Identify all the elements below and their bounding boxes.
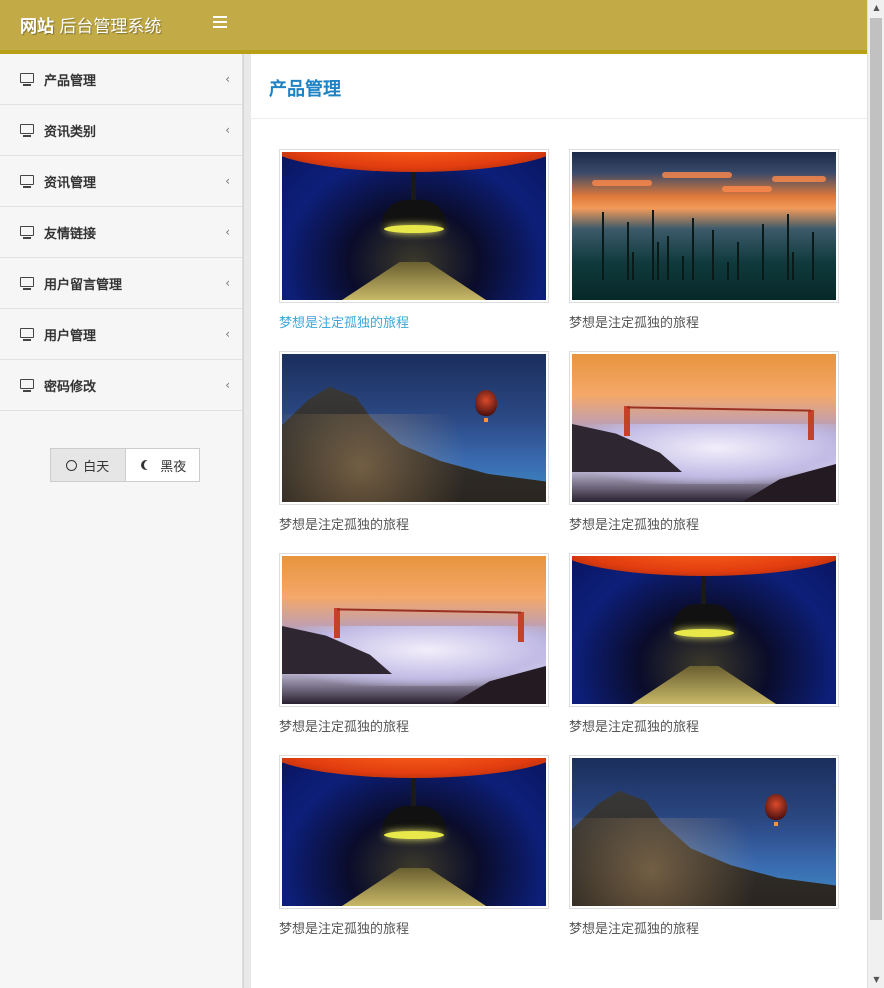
product-caption[interactable]: 梦想是注定孤独的旅程 xyxy=(569,918,839,937)
sidebar-item-label: 资讯类别 xyxy=(44,124,97,140)
sidebar-item[interactable]: 资讯类别 ‹ xyxy=(0,105,242,156)
window-scrollbar[interactable]: ▲ ▼ xyxy=(867,0,884,988)
moon-icon xyxy=(144,460,154,470)
sidebar-item[interactable]: 产品管理 ‹ xyxy=(0,54,242,105)
monitor-icon xyxy=(20,328,34,341)
product-image[interactable] xyxy=(569,351,839,505)
product-image[interactable] xyxy=(569,553,839,707)
day-label: 白天 xyxy=(83,459,110,475)
product-image[interactable] xyxy=(279,149,549,303)
chevron-left-icon: ‹ xyxy=(225,174,230,188)
product-grid: 梦想是注定孤独的旅程 梦想是注定孤独的旅程 梦想是注定孤独的旅程 梦想是注定孤独的旅程… xyxy=(279,149,839,957)
sidebar-item[interactable]: 密码修改 ‹ xyxy=(0,360,242,411)
sidebar-item-label: 用户管理 xyxy=(44,328,97,344)
scroll-down-icon[interactable]: ▼ xyxy=(868,972,884,988)
product-caption[interactable]: 梦想是注定孤独的旅程 xyxy=(279,514,549,533)
product-caption[interactable]: 梦想是注定孤独的旅程 xyxy=(569,514,839,533)
product-image[interactable] xyxy=(569,755,839,909)
sidebar-item[interactable]: 友情链接 ‹ xyxy=(0,207,242,258)
sidebar-item-label: 产品管理 xyxy=(44,73,97,89)
night-mode-button[interactable]: 黑夜 xyxy=(126,449,200,481)
chevron-left-icon: ‹ xyxy=(225,327,230,341)
product-caption[interactable]: 梦想是注定孤独的旅程 xyxy=(279,918,549,937)
day-mode-button[interactable]: 白天 xyxy=(51,449,126,481)
product-caption[interactable]: 梦想是注定孤独的旅程 xyxy=(569,312,839,331)
product-image[interactable] xyxy=(279,351,549,505)
monitor-icon xyxy=(20,277,34,290)
sidebar-item[interactable]: 资讯管理 ‹ xyxy=(0,156,242,207)
top-bar: 网站 后台管理系统 xyxy=(0,0,867,54)
brand-title: 后台管理系统 xyxy=(59,17,162,37)
product-image[interactable] xyxy=(569,149,839,303)
sidebar-item-label: 资讯管理 xyxy=(44,175,97,191)
monitor-icon xyxy=(20,73,34,86)
monitor-icon xyxy=(20,226,34,239)
product-card: 梦想是注定孤独的旅程 xyxy=(279,553,549,755)
sidebar: 产品管理 ‹ 资讯类别 ‹ 资讯管理 ‹ 友情链接 ‹ 用户留言管理 ‹ 用户管理 ‹ 密码修改 ‹ 白天… xyxy=(0,54,243,988)
product-card: 梦想是注定孤独的旅程 xyxy=(569,351,839,553)
chevron-left-icon: ‹ xyxy=(225,72,230,86)
site-brand: 网站 后台管理系统 xyxy=(20,12,161,37)
scroll-up-icon[interactable]: ▲ xyxy=(868,0,884,16)
sidebar-item-label: 用户留言管理 xyxy=(44,277,123,293)
monitor-icon xyxy=(20,124,34,137)
sun-icon xyxy=(66,459,78,471)
product-caption[interactable]: 梦想是注定孤独的旅程 xyxy=(569,716,839,735)
chevron-left-icon: ‹ xyxy=(225,225,230,239)
product-caption[interactable]: 梦想是注定孤独的旅程 xyxy=(279,312,549,331)
product-card: 梦想是注定孤独的旅程 xyxy=(569,755,839,957)
main-content: 产品管理 梦想是注定孤独的旅程 梦想是注定孤独的旅程 梦想是注定孤独的旅程 梦想是注定… xyxy=(251,54,867,988)
theme-switch: 白天 黑夜 xyxy=(50,448,200,482)
chevron-left-icon: ‹ xyxy=(225,123,230,137)
brand-bold: 网站 xyxy=(20,17,54,37)
product-caption[interactable]: 梦想是注定孤独的旅程 xyxy=(279,716,549,735)
product-card: 梦想是注定孤独的旅程 xyxy=(279,755,549,957)
chevron-left-icon: ‹ xyxy=(225,378,230,392)
sidebar-item[interactable]: 用户管理 ‹ xyxy=(0,309,242,360)
product-image[interactable] xyxy=(279,553,549,707)
page-title: 产品管理 xyxy=(269,79,341,100)
product-card: 梦想是注定孤独的旅程 xyxy=(279,351,549,553)
scrollbar-thumb[interactable] xyxy=(870,18,882,920)
monitor-icon xyxy=(20,379,34,392)
sidebar-item[interactable]: 用户留言管理 ‹ xyxy=(0,258,242,309)
hamburger-icon[interactable] xyxy=(213,16,227,28)
night-label: 黑夜 xyxy=(160,459,187,475)
sidebar-scrollbar[interactable] xyxy=(243,54,251,988)
product-card: 梦想是注定孤独的旅程 xyxy=(569,553,839,755)
product-card: 梦想是注定孤独的旅程 xyxy=(569,149,839,351)
sidebar-item-label: 友情链接 xyxy=(44,226,97,242)
product-image[interactable] xyxy=(279,755,549,909)
sidebar-item-label: 密码修改 xyxy=(44,379,97,395)
monitor-icon xyxy=(20,175,34,188)
chevron-left-icon: ‹ xyxy=(225,276,230,290)
page-header: 产品管理 xyxy=(251,54,867,119)
product-card: 梦想是注定孤独的旅程 xyxy=(279,149,549,351)
